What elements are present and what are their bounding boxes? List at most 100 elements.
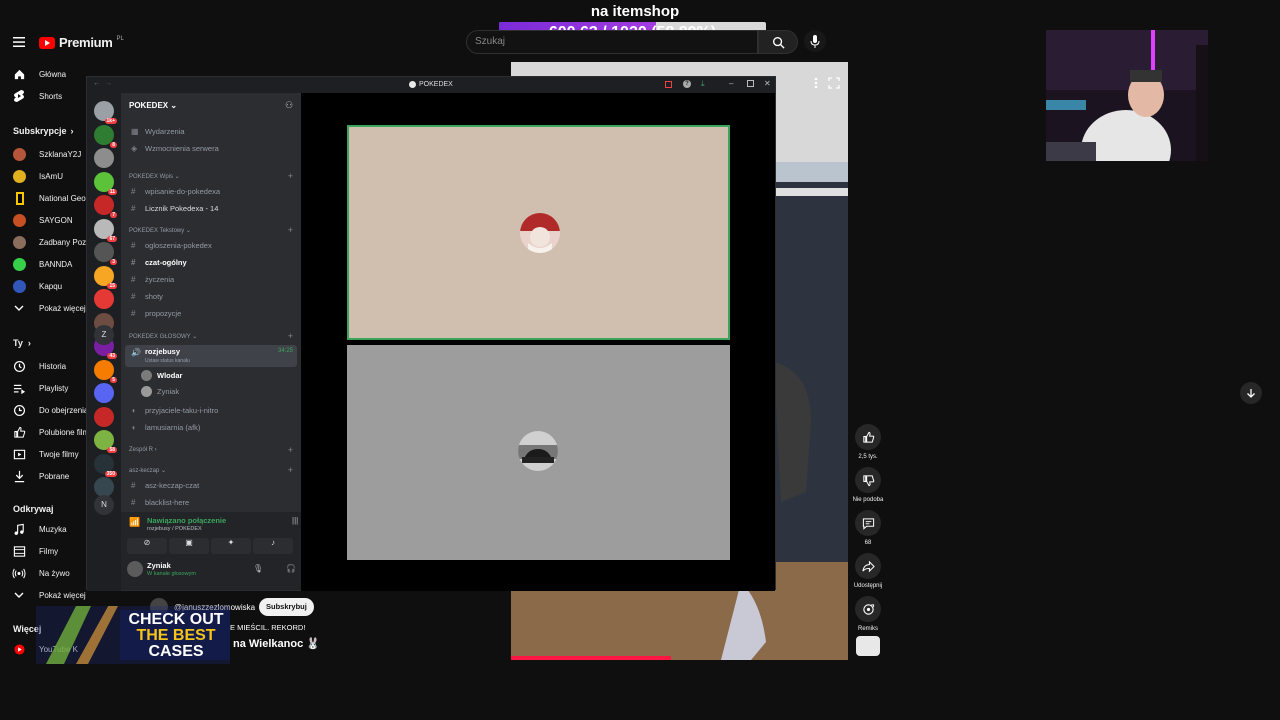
back-arrow-icon[interactable]: ← xyxy=(93,80,100,87)
server-name[interactable]: POKEDEX ⌄ xyxy=(129,101,177,110)
server-icon-letter[interactable]: Z xyxy=(94,325,114,345)
server-icon[interactable] xyxy=(94,148,114,168)
text-channel[interactable]: # czat-ogólny xyxy=(131,258,187,267)
server-icon[interactable]: 67 xyxy=(94,218,117,242)
add-channel-icon[interactable]: + xyxy=(288,331,293,341)
participant-tile-speaking[interactable] xyxy=(347,125,730,340)
add-channel-icon[interactable]: + xyxy=(288,171,293,181)
server-icon[interactable]: 58 xyxy=(94,430,117,453)
channel-boosts[interactable]: ◈ Wzmocnienia serwera xyxy=(131,144,219,153)
category-header[interactable]: POKEDEX GŁOSOWY ⌄ xyxy=(129,333,197,340)
next-short-button[interactable] xyxy=(1240,382,1262,404)
sidebar-item-films[interactable]: Filmy xyxy=(0,541,90,561)
remix-button[interactable]: Remiks xyxy=(848,596,888,632)
text-channel[interactable]: # asz-keczap-czat xyxy=(131,481,199,490)
voice-member[interactable]: Wlodar xyxy=(141,370,182,381)
youtube-logo[interactable]: Premium PL xyxy=(39,35,124,50)
hamburger-menu-icon[interactable] xyxy=(12,35,26,49)
connection-path[interactable]: rozjebusy / POKEDEX xyxy=(147,526,202,532)
soundboard-button[interactable]: ♪ xyxy=(253,538,293,554)
show-more-button[interactable]: Pokaż więcej xyxy=(0,585,90,605)
server-icon[interactable]: 11 xyxy=(94,171,117,195)
server-icon[interactable]: 5 xyxy=(94,359,117,383)
invite-icon[interactable]: ⚇ xyxy=(285,100,293,111)
search-button[interactable] xyxy=(758,30,798,54)
help-icon[interactable]: ? xyxy=(683,80,691,88)
screen-share-button[interactable]: ▣ xyxy=(169,538,209,554)
active-voice-channel[interactable]: 🔊 rozjebusy Ustaw status kanału 34:25 xyxy=(125,345,297,367)
text-channel[interactable]: # życzenia xyxy=(131,275,174,284)
subscription-item[interactable]: SzklanaY2J xyxy=(0,144,90,164)
activities-button[interactable]: ✦ xyxy=(211,538,251,554)
subscriptions-header[interactable]: Subskrypcje › xyxy=(13,126,74,136)
server-icon[interactable] xyxy=(94,289,114,309)
forward-arrow-icon[interactable]: → xyxy=(105,80,112,87)
sidebar-item-your-videos[interactable]: Twoje filmy xyxy=(0,444,90,464)
server-icon[interactable] xyxy=(94,477,114,497)
channel-events[interactable]: ▦ Wydarzenia xyxy=(131,127,185,136)
sidebar-item-playlists[interactable]: Playlisty xyxy=(0,378,90,398)
server-icon[interactable] xyxy=(94,383,114,403)
server-icon-letter[interactable]: N xyxy=(94,495,114,515)
download-icon[interactable]: ⤓ xyxy=(701,79,705,89)
maximize-icon[interactable] xyxy=(747,80,754,87)
server-icon[interactable] xyxy=(94,406,114,427)
sidebar-item-watch-later[interactable]: Do obejrzenia xyxy=(0,400,90,420)
subscription-item[interactable]: BANNDA xyxy=(0,254,90,274)
voice-member[interactable]: Zyniak xyxy=(141,386,179,397)
microphone-icon[interactable]: 🎙 xyxy=(253,564,263,573)
sidebar-item-downloads[interactable]: Pobrane xyxy=(0,466,90,486)
add-channel-icon[interactable]: + xyxy=(288,445,293,455)
voice-channel[interactable]: ◖ lamusiarnia (afk) xyxy=(131,423,200,432)
text-channel[interactable]: # Licznik Pokedexa - 14 xyxy=(131,204,218,213)
sidebar-item-live[interactable]: Na żywo xyxy=(0,563,90,583)
text-channel[interactable]: # ogloszenia-pokedex xyxy=(131,241,212,250)
category-header[interactable]: POKEDEX Tekstowy ⌄ xyxy=(129,227,191,234)
sidebar-item-home[interactable]: Główna xyxy=(0,64,90,84)
add-channel-icon[interactable]: + xyxy=(288,225,293,235)
subscription-item[interactable]: Zadbany Poz xyxy=(0,232,90,252)
more-options-icon[interactable] xyxy=(814,77,818,89)
search-input[interactable]: Szukaj xyxy=(466,30,758,54)
subscription-item[interactable]: National Geo xyxy=(0,188,90,208)
server-icon[interactable]: 15 xyxy=(94,265,117,289)
participant-tile[interactable] xyxy=(347,345,730,560)
inbox-icon[interactable] xyxy=(665,81,672,88)
fullscreen-icon[interactable] xyxy=(828,77,840,89)
sidebar-item-history[interactable]: Historia xyxy=(0,356,90,376)
add-channel-icon[interactable]: + xyxy=(288,465,293,475)
category-header[interactable]: Zespół R › xyxy=(129,447,157,453)
camera-off-button[interactable]: ⊘ xyxy=(127,538,167,554)
dislike-button[interactable]: Nie podoba xyxy=(848,467,888,503)
server-icon[interactable]: 7 xyxy=(94,195,117,218)
sound-thumbnail[interactable] xyxy=(856,636,880,656)
noise-suppression-icon[interactable]: ||| xyxy=(292,516,298,525)
comments-button[interactable]: 68 xyxy=(848,510,888,546)
server-icon[interactable]: 350 xyxy=(94,453,117,477)
sidebar-item-shorts[interactable]: Shorts xyxy=(0,86,90,106)
server-icon[interactable]: 3 xyxy=(94,242,117,265)
server-icon[interactable]: 1k+ xyxy=(94,101,117,124)
user-avatar[interactable] xyxy=(127,561,143,577)
subscription-item[interactable]: IsAmU xyxy=(0,166,90,186)
subscribe-button[interactable]: Subskrybuj xyxy=(259,598,314,616)
share-button[interactable]: Udostępnij xyxy=(848,553,888,589)
subscription-item[interactable]: Kapqu xyxy=(0,276,90,296)
text-channel[interactable]: # propozycje xyxy=(131,309,181,318)
text-channel[interactable]: # shoty xyxy=(131,292,163,301)
you-header[interactable]: Ty › xyxy=(13,338,31,348)
minimize-icon[interactable]: – xyxy=(729,79,733,88)
voice-channel[interactable]: ◖ przyjaciele-taku-i-nitro xyxy=(131,406,218,415)
category-header[interactable]: POKEDEX Wpis ⌄ xyxy=(129,173,180,180)
subscription-item[interactable]: SAYGON xyxy=(0,210,90,230)
sidebar-item-liked[interactable]: Polubione filmy xyxy=(0,422,90,442)
voice-search-button[interactable] xyxy=(804,30,826,52)
headphones-icon[interactable]: 🎧 xyxy=(286,564,296,573)
like-button[interactable]: 2,5 tys. xyxy=(848,424,888,460)
text-channel[interactable]: # blacklist-here xyxy=(131,498,189,507)
text-channel[interactable]: # wpisanie-do-pokedexa xyxy=(131,187,220,196)
category-header[interactable]: asz-keczap ⌄ xyxy=(129,467,166,474)
show-more-button[interactable]: Pokaż więcej xyxy=(0,298,90,318)
sidebar-item-music[interactable]: Muzyka xyxy=(0,519,90,539)
close-icon[interactable]: ✕ xyxy=(764,79,771,88)
